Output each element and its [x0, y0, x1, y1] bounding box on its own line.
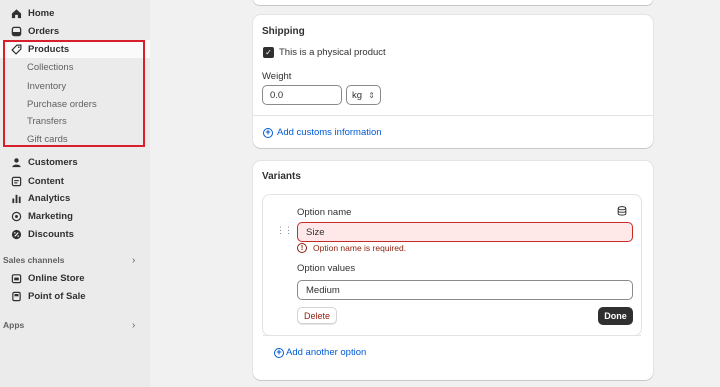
sidebar-item-home[interactable]: Home — [0, 4, 150, 22]
option-name-label: Option name — [297, 207, 352, 218]
orders-icon — [10, 25, 22, 37]
variants-title: Variants — [262, 171, 301, 182]
store-icon — [10, 272, 22, 284]
delete-option-button[interactable]: Delete — [297, 307, 337, 324]
home-icon — [10, 7, 22, 19]
option-name-error: ! Option name is required. — [297, 243, 406, 253]
sidebar-item-label: Online Store — [28, 272, 85, 284]
chevron-right-icon[interactable]: › — [132, 320, 135, 331]
sidebar-item-marketing[interactable]: Marketing — [0, 207, 150, 225]
sidebar-item-content[interactable]: Content — [0, 172, 150, 190]
plus-circle-icon: + — [274, 347, 284, 358]
sidebar-subitem-inventory[interactable]: Inventory — [0, 77, 150, 95]
database-icon[interactable] — [617, 206, 627, 216]
sidebar-item-label: Analytics — [28, 192, 71, 204]
pos-icon — [10, 290, 22, 302]
sidebar-item-point-of-sale[interactable]: Point of Sale — [0, 287, 150, 305]
done-button[interactable]: Done — [598, 307, 633, 325]
sidebar-item-analytics[interactable]: Analytics — [0, 189, 150, 207]
sidebar-item-label: Content — [28, 175, 64, 187]
sidebar-item-online-store[interactable]: Online Store — [0, 269, 150, 287]
weight-label: Weight — [262, 71, 292, 82]
previous-card — [253, 0, 653, 5]
person-icon — [10, 156, 22, 168]
sidebar-item-label: Customers — [28, 156, 78, 168]
sidebar-subitem-purchase-orders[interactable]: Purchase orders — [0, 95, 150, 113]
sidebar-subitem-label: Transfers — [27, 115, 67, 127]
option-value-input[interactable]: Medium — [297, 280, 633, 300]
chevron-right-icon[interactable]: › — [132, 255, 135, 266]
sidebar-item-label: Products — [28, 43, 70, 55]
apps-label: Apps — [3, 320, 25, 330]
sidebar-subitem-label: Collections — [27, 61, 74, 73]
plus-circle-icon: + — [263, 127, 273, 138]
updown-chevron-icon: ⇕ — [368, 90, 375, 100]
weight-unit-select[interactable]: kg ⇕ — [346, 85, 381, 105]
sidebar-item-orders[interactable]: Orders — [0, 22, 150, 40]
sidebar-item-label: Point of Sale — [28, 290, 86, 302]
option-name-input[interactable]: Size — [297, 222, 633, 242]
option-values-label: Option values — [297, 263, 356, 274]
sales-channels-label: Sales channels — [3, 255, 65, 265]
divider — [253, 115, 653, 116]
shipping-card: Shipping ✓ This is a physical product We… — [253, 15, 653, 148]
discount-icon — [10, 228, 22, 240]
sidebar-item-label: Discounts — [28, 228, 74, 240]
sidebar-subitem-collections[interactable]: Collections — [0, 58, 150, 76]
sidebar: Home Orders Products Collections Invento… — [0, 0, 150, 387]
sidebar-subitem-gift-cards[interactable]: Gift cards — [0, 130, 150, 148]
variants-card: Variants ⋮⋮ Option name Size ! Option na… — [253, 161, 653, 380]
add-another-option-link[interactable]: + Add another option — [274, 347, 366, 358]
weight-input[interactable]: 0.0 — [262, 85, 342, 105]
alert-circle-icon: ! — [297, 243, 307, 253]
sidebar-subitem-label: Gift cards — [27, 133, 68, 145]
tag-icon — [10, 43, 22, 55]
divider — [263, 335, 641, 336]
add-another-option-label: Add another option — [286, 347, 367, 358]
sidebar-subitem-transfers[interactable]: Transfers — [0, 112, 150, 130]
sidebar-subitem-label: Inventory — [27, 80, 67, 92]
sidebar-item-discounts[interactable]: Discounts — [0, 225, 150, 243]
shipping-title: Shipping — [262, 26, 305, 37]
option-editor: ⋮⋮ Option name Size ! Option name is req… — [262, 194, 642, 336]
sidebar-subitem-label: Purchase orders — [27, 98, 97, 110]
sidebar-item-label: Home — [28, 7, 55, 19]
sidebar-item-customers[interactable]: Customers — [0, 153, 150, 171]
add-customs-info-link[interactable]: + Add customs information — [263, 127, 382, 138]
analytics-icon — [10, 192, 22, 204]
physical-product-label: This is a physical product — [279, 47, 386, 58]
add-customs-info-label: Add customs information — [277, 127, 382, 138]
sidebar-item-label: Orders — [28, 25, 60, 37]
sidebar-item-products[interactable]: Products — [0, 40, 150, 58]
weight-unit-value: kg — [352, 89, 363, 101]
physical-product-checkbox[interactable]: ✓ — [263, 47, 274, 58]
content-icon — [10, 175, 22, 187]
marketing-icon — [10, 210, 22, 222]
drag-handle-icon[interactable]: ⋮⋮ — [276, 225, 293, 236]
option-name-error-text: Option name is required. — [313, 243, 407, 253]
sidebar-item-label: Marketing — [28, 210, 73, 222]
